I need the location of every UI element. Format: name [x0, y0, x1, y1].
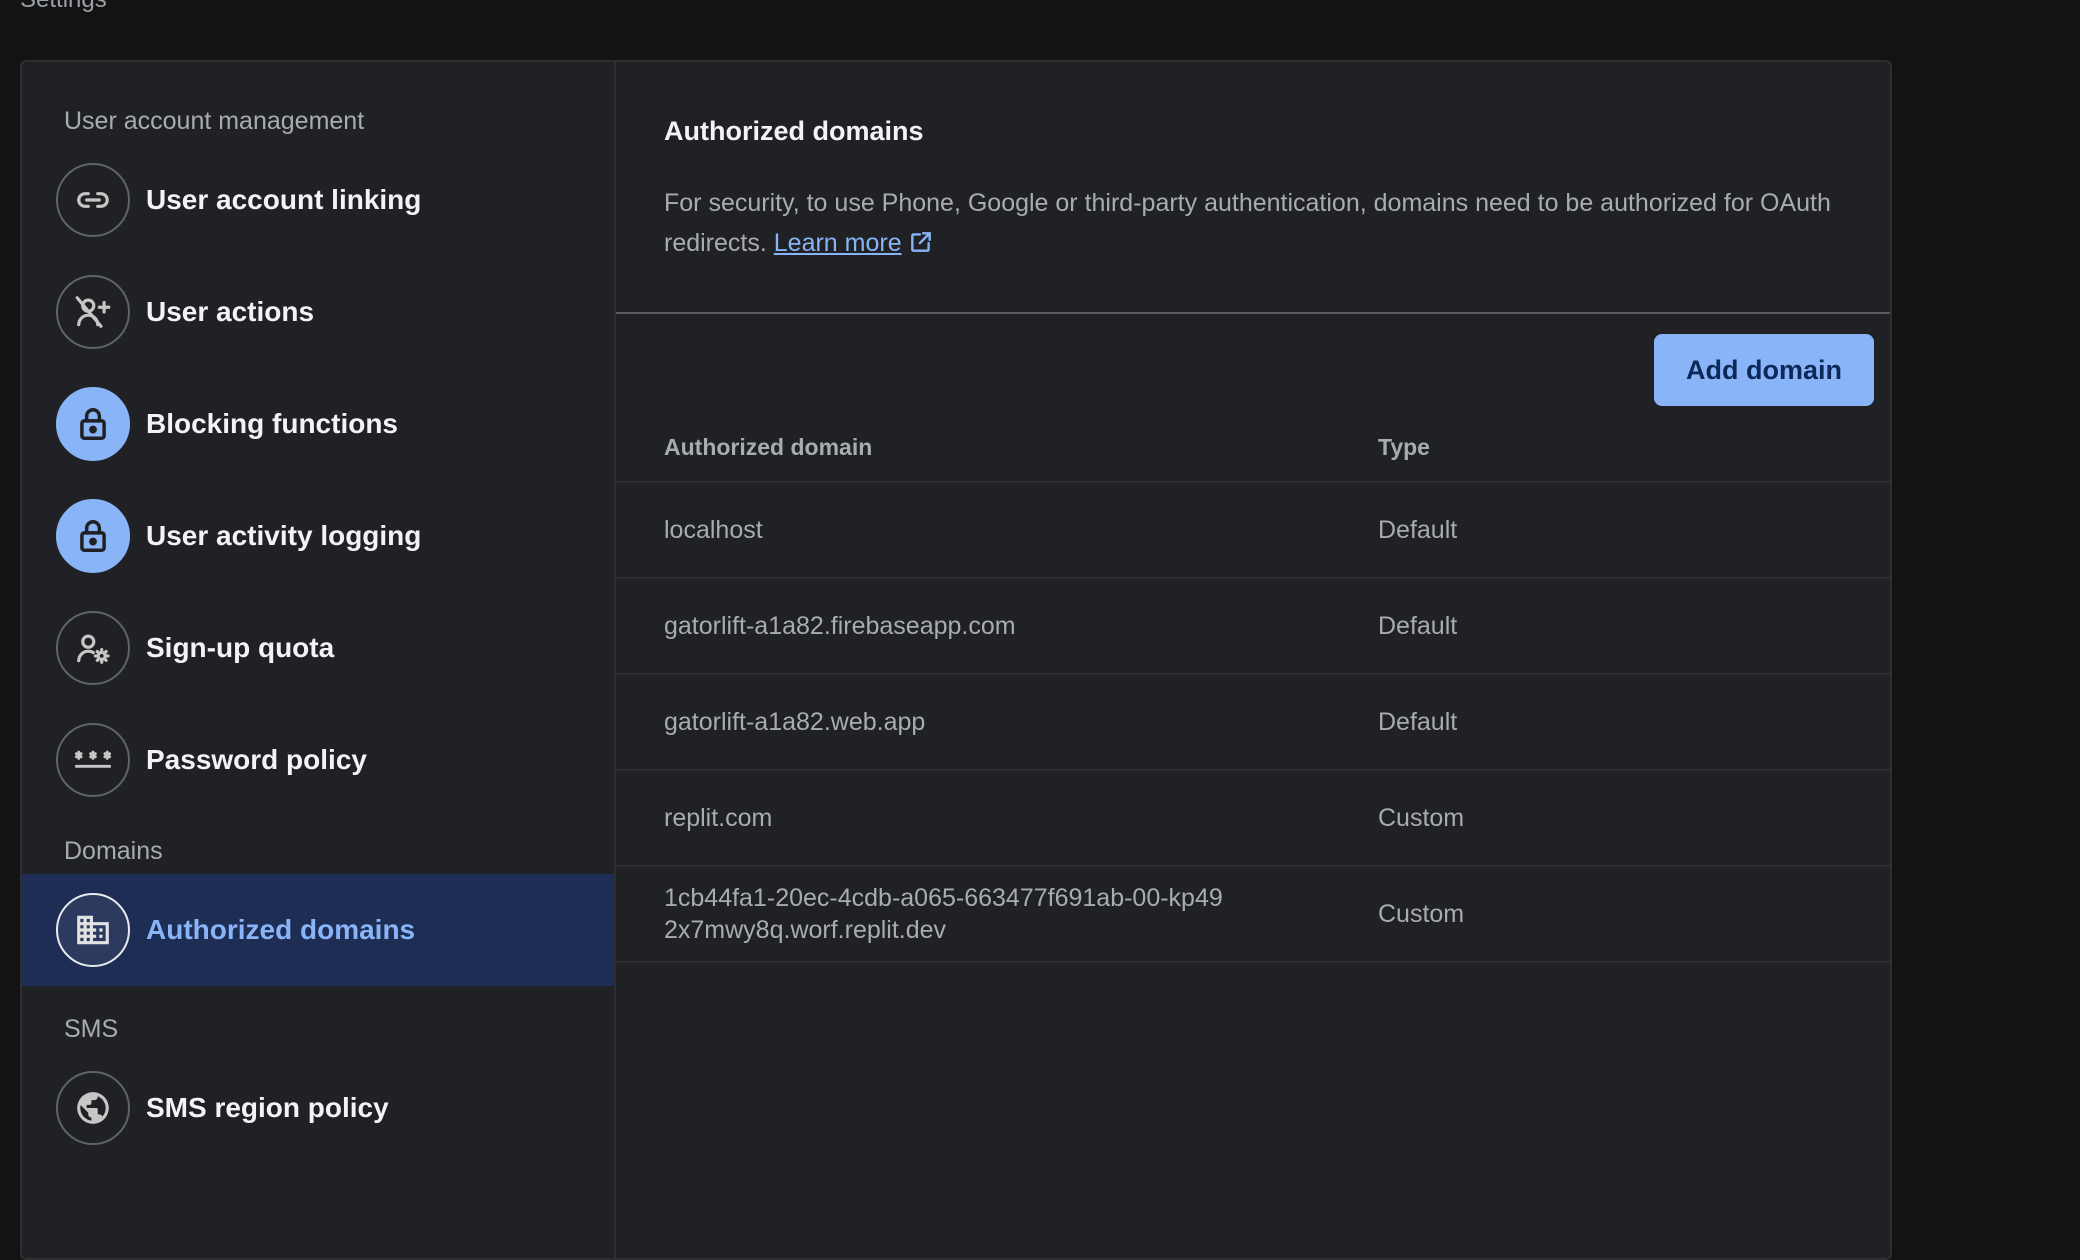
authorized-domains-table: Authorized domain Type localhost Default… [616, 414, 1890, 963]
section-label-domains: Domains [64, 837, 163, 865]
section-title: Authorized domains [664, 116, 924, 146]
section-label-sms: SMS [64, 1015, 119, 1043]
table-row[interactable]: gatorlift-a1a82.web.app Default [616, 674, 1890, 771]
sidebar-item-blocking-functions[interactable]: Blocking functions [22, 368, 614, 480]
domain-cell: gatorlift-a1a82.firebaseapp.com [616, 578, 1378, 675]
globe-icon [56, 1071, 130, 1145]
domain-cell: replit.com [616, 770, 1378, 867]
sidebar-item-label: User activity logging [146, 520, 422, 551]
domain-cell: localhost [616, 482, 1378, 579]
domain-cell: gatorlift-a1a82.web.app [616, 674, 1378, 771]
type-cell: Default [1378, 674, 1890, 771]
learn-more-link[interactable]: Learn more [774, 229, 902, 257]
main-panel: Authorized domains For security, to use … [616, 62, 1890, 1258]
link-icon [56, 163, 130, 237]
sidebar-item-label: Authorized domains [146, 914, 416, 945]
column-header-domain[interactable]: Authorized domain [616, 414, 1378, 483]
type-cell: Default [1378, 482, 1890, 579]
sidebar-item-label: User actions [146, 296, 315, 327]
sidebar-item-user-activity-logging[interactable]: User activity logging [22, 480, 614, 592]
section-description: For security, to use Phone, Google or th… [664, 183, 1842, 267]
type-cell: Default [1378, 578, 1890, 675]
table-row[interactable]: localhost Default [616, 482, 1890, 579]
table-toolbar: Add domain [616, 314, 1890, 414]
main-header: Authorized domains For security, to use … [616, 62, 1890, 314]
password-icon [56, 723, 130, 797]
sidebar-item-password-policy[interactable]: Password policy [22, 704, 614, 816]
sidebar-item-label: User account linking [146, 184, 422, 215]
lock-icon [56, 499, 130, 573]
table-row[interactable]: 1cb44fa1-20ec-4cdb-a065-663477f691ab-00-… [616, 866, 1890, 963]
sidebar-item-label: SMS region policy [146, 1092, 389, 1123]
sidebar-item-sms-region-policy[interactable]: SMS region policy [22, 1052, 614, 1164]
sidebar-item-label: Blocking functions [146, 408, 398, 439]
sidebar-item-authorized-domains[interactable]: Authorized domains [22, 874, 614, 986]
add-domain-button[interactable]: Add domain [1654, 334, 1874, 406]
settings-card: User account management User account lin… [20, 60, 1892, 1260]
sidebar-item-label: Password policy [146, 744, 367, 775]
type-cell: Custom [1378, 770, 1890, 867]
sidebar-item-user-actions[interactable]: User actions [22, 256, 614, 368]
open-in-new-icon[interactable] [908, 227, 934, 267]
lock-icon [56, 387, 130, 461]
column-header-type[interactable]: Type [1378, 414, 1890, 483]
sidebar-item-label: Sign-up quota [146, 632, 335, 663]
section-label-user-account-management: User account management [64, 107, 365, 135]
table-row[interactable]: gatorlift-a1a82.firebaseapp.com Default [616, 578, 1890, 675]
table-header-row: Authorized domain Type [616, 414, 1890, 483]
table-row[interactable]: replit.com Custom [616, 770, 1890, 867]
domain-icon [56, 893, 130, 967]
sidebar-item-sign-up-quota[interactable]: Sign-up quota [22, 592, 614, 704]
sidebar-item-user-account-linking[interactable]: User account linking [22, 144, 614, 256]
type-cell: Custom [1378, 866, 1890, 963]
sidebar: User account management User account lin… [22, 62, 616, 1258]
user-add-off-icon [56, 275, 130, 349]
page-title: Settings [20, 0, 107, 14]
user-settings-icon [56, 611, 130, 685]
learn-more-label: Learn more [773, 229, 902, 257]
domain-cell: 1cb44fa1-20ec-4cdb-a065-663477f691ab-00-… [616, 866, 1378, 963]
